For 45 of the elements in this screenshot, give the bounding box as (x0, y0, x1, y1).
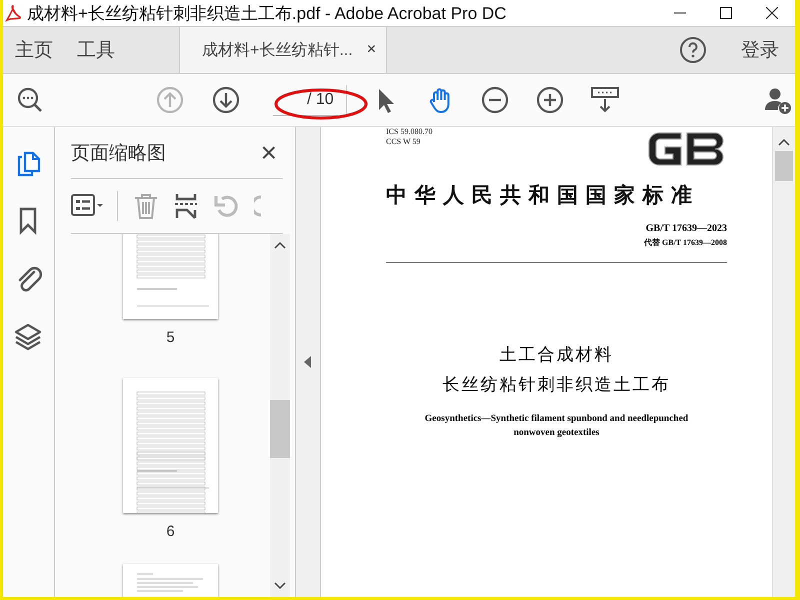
nav-tab[interactable]: 工具 (65, 27, 127, 73)
list-icon (71, 194, 103, 218)
options-menu-button[interactable] (71, 194, 103, 218)
close-icon (766, 7, 778, 19)
page-number-field[interactable]: / 10 (273, 84, 338, 116)
collapse-panel-icon[interactable] (304, 356, 312, 368)
add-user-icon (764, 86, 792, 114)
scrollbar-thumb[interactable] (270, 400, 290, 458)
search-icon (16, 86, 44, 114)
document-tab[interactable]: 成材料+长丝纺粘针... × (179, 27, 388, 73)
standard-number: GB/T 17639—2023 (646, 223, 727, 234)
page-thumbnail[interactable] (123, 378, 218, 513)
scroll-up-icon[interactable] (778, 137, 790, 147)
nav-tab[interactable]: 主页 (3, 27, 65, 73)
document-title: 长丝纺粘针刺非织造土工布 (442, 374, 670, 396)
window-title: 成材料+长丝纺粘针刺非织造土工布.pdf - Adobe Acrobat Pro DC (27, 2, 508, 24)
crop-button[interactable] (174, 192, 198, 220)
panel-title: 页面缩略图 (71, 142, 166, 166)
app-logo-icon (3, 3, 23, 23)
replaced-standard: 代替 GB/T 17639—2008 (644, 237, 727, 248)
scroll-up-icon[interactable] (274, 240, 286, 250)
trash-icon (132, 192, 160, 220)
document-title: 土工合成材料 (500, 344, 614, 366)
maximize-icon (720, 7, 732, 19)
ics-code: ICS 59.080.70 (386, 127, 432, 137)
sign-in-link[interactable]: 登录 (741, 27, 795, 73)
layers-button[interactable] (14, 321, 44, 351)
keyboard-icon (591, 86, 619, 114)
zoom-in-icon (536, 86, 564, 114)
ccs-code: CCS W 59 (386, 137, 422, 147)
crop-icon (174, 192, 198, 220)
zoom-out-icon (481, 86, 509, 114)
scroll-down-icon[interactable] (274, 581, 286, 591)
page-number-label: 6 (166, 523, 175, 540)
layers-icon (14, 321, 44, 351)
standard-heading: 中华人民共和国国家标准 (386, 182, 700, 209)
english-title: Geosynthetics—Synthetic filament spunbond and needlepunched (424, 414, 688, 424)
english-title: nonwoven geotextiles (514, 428, 600, 438)
page-number-label: 5 (166, 329, 175, 346)
help-icon[interactable] (679, 36, 707, 64)
page-thumbnail[interactable] (123, 234, 218, 319)
tab-close-button[interactable]: × (366, 41, 376, 59)
panel-close-button[interactable]: × (254, 136, 283, 168)
page-thumbnail[interactable] (123, 564, 218, 597)
scrollbar-thumb[interactable] (775, 151, 793, 181)
